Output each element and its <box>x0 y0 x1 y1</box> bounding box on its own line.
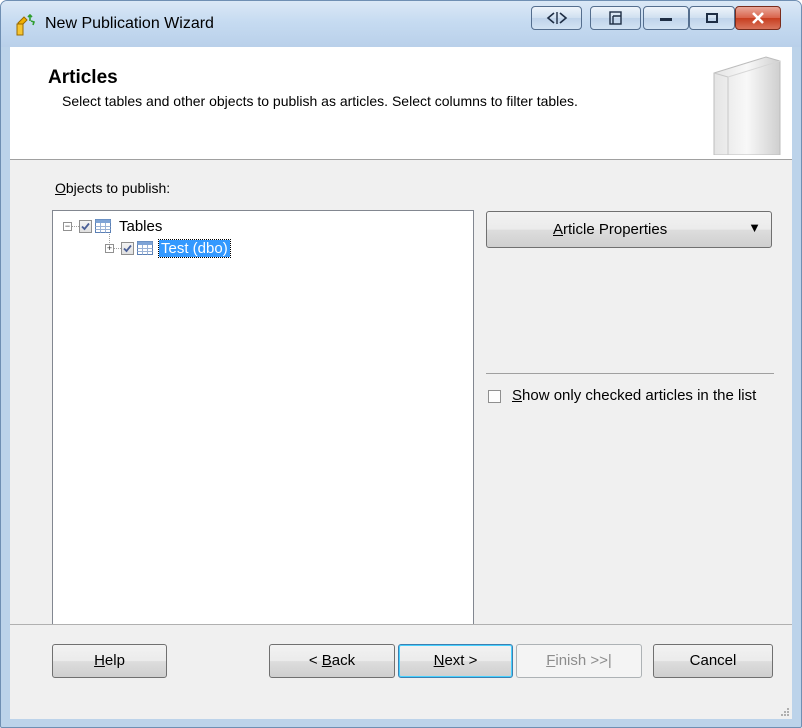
table-icon <box>137 241 153 255</box>
extra-caption-buttons <box>531 6 641 30</box>
mnemonic-char: F <box>546 652 556 669</box>
window-pane-icon <box>608 11 622 25</box>
mnemonic-char: N <box>433 652 445 669</box>
back-button[interactable]: < Back <box>269 644 395 678</box>
resize-grip-icon[interactable] <box>780 707 790 717</box>
tree-node-tables[interactable]: − Tables <box>63 217 164 235</box>
close-button[interactable] <box>735 6 781 30</box>
next-label: Next > <box>433 652 478 669</box>
cancel-label: Cancel <box>689 652 737 669</box>
minimize-button[interactable] <box>643 6 689 30</box>
separator <box>486 373 774 374</box>
collapse-toggle[interactable]: − <box>63 221 72 231</box>
mnemonic-char: H <box>94 652 105 669</box>
show-label-rest: how only checked articles in the list <box>522 387 757 404</box>
book-graphic-icon <box>713 56 781 155</box>
window-title: New Publication Wizard <box>45 15 214 32</box>
minimize-icon <box>660 18 672 21</box>
tree-connector <box>114 247 121 249</box>
wizard-content: Objects to publish: − Tables + Test (dbo… <box>10 160 792 640</box>
wizard-window: New Publication Wizard Articles Select t… <box>0 0 802 728</box>
tables-checkbox[interactable] <box>79 219 92 233</box>
split-arrows-icon <box>546 12 567 24</box>
finish-button[interactable]: Finish >>| <box>516 644 642 678</box>
objects-tree[interactable]: − Tables + Test (dbo) <box>52 210 474 640</box>
close-icon <box>752 12 764 24</box>
show-only-checked-checkbox[interactable] <box>488 390 501 403</box>
article-properties-label: Article Properties <box>553 221 667 238</box>
checkmark-icon <box>123 244 132 252</box>
maximize-icon <box>706 13 718 23</box>
table-icon <box>95 219 111 233</box>
tree-item-label-selected: Test (dbo) <box>158 238 231 258</box>
objects-label-text: bjects to publish: <box>65 180 171 196</box>
tree-connector <box>72 225 79 227</box>
maximize-button[interactable] <box>689 6 735 30</box>
expand-toggle[interactable]: + <box>105 243 114 253</box>
restore-pane-button[interactable] <box>590 6 641 30</box>
page-title: Articles <box>48 67 118 88</box>
mnemonic-char: B <box>321 652 332 669</box>
checkmark-icon <box>81 222 90 230</box>
help-label: Help <box>94 652 125 669</box>
article-label-rest: rticle Properties <box>563 221 668 238</box>
objects-label-mnemonic: O <box>55 180 66 196</box>
next-button[interactable]: Next > <box>398 644 513 678</box>
tree-item-label: Tables <box>119 217 163 235</box>
title-bar[interactable]: New Publication Wizard <box>1 1 801 47</box>
layout-toggle-button[interactable] <box>531 6 582 30</box>
help-button[interactable]: Help <box>52 644 167 678</box>
show-only-checked-label[interactable]: Show only checked articles in the list <box>512 387 762 405</box>
article-properties-button[interactable]: Article Properties ▼ <box>486 211 772 248</box>
finish-label: Finish >>| <box>546 652 612 669</box>
cancel-button[interactable]: Cancel <box>653 644 773 678</box>
article-mnemonic: A <box>553 221 564 238</box>
back-label: < Back <box>308 652 356 669</box>
objects-to-publish-label: Objects to publish: <box>55 180 170 196</box>
wizard-header: Articles Select tables and other objects… <box>10 47 792 160</box>
window-controls <box>643 6 781 30</box>
page-description: Select tables and other objects to publi… <box>62 93 578 109</box>
show-mnemonic: S <box>512 387 523 404</box>
dropdown-arrow-icon: ▼ <box>748 220 761 235</box>
test-dbo-checkbox[interactable] <box>121 241 134 255</box>
tree-node-test-dbo[interactable]: + Test (dbo) <box>105 238 231 258</box>
publication-wizard-icon <box>16 13 36 36</box>
wizard-footer: Help < Back Next > Finish >>| Cancel <box>10 624 792 719</box>
